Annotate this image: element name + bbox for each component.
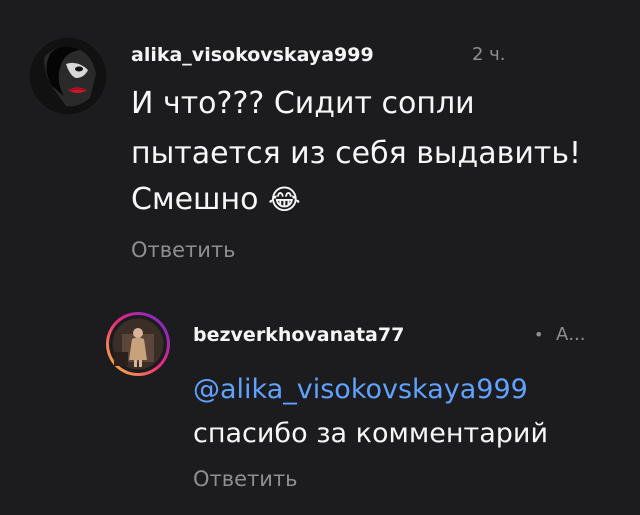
- comment-text-line-1: И что??? Сидит сопли: [131, 86, 475, 121]
- avatar-alika[interactable]: [30, 38, 106, 114]
- comment-text-line-3: Смешно 😂: [131, 182, 301, 217]
- reply-button[interactable]: Ответить: [131, 238, 236, 262]
- reply-username[interactable]: bezverkhovanata77: [193, 324, 404, 346]
- comment-1: alika_visokovskaya999 2 ч. И что??? Сиди…: [0, 0, 640, 290]
- comment-text-line-3-text: Смешно: [131, 182, 259, 217]
- reply-text: спасибо за комментарий: [193, 418, 549, 449]
- avatar-image: [112, 318, 164, 370]
- tears-of-joy-emoji-icon: 😂: [268, 183, 301, 216]
- mention-link[interactable]: @alika_visokovskaya999: [193, 374, 528, 405]
- reply-button[interactable]: Ответить: [193, 467, 298, 491]
- comment-username[interactable]: alika_visokovskaya999: [131, 44, 374, 66]
- avatar-bezverkhovanata[interactable]: [106, 312, 170, 376]
- comment-timestamp: 2 ч.: [472, 44, 506, 65]
- comment-2: bezverkhovanata77 • А... @alika_visokovs…: [0, 290, 640, 515]
- avatar-image: [30, 38, 106, 114]
- reply-meta-truncated: А...: [556, 324, 586, 345]
- comment-text-line-2: пытается из себя выдавить!: [131, 136, 582, 171]
- reply-meta-dot: •: [534, 325, 544, 344]
